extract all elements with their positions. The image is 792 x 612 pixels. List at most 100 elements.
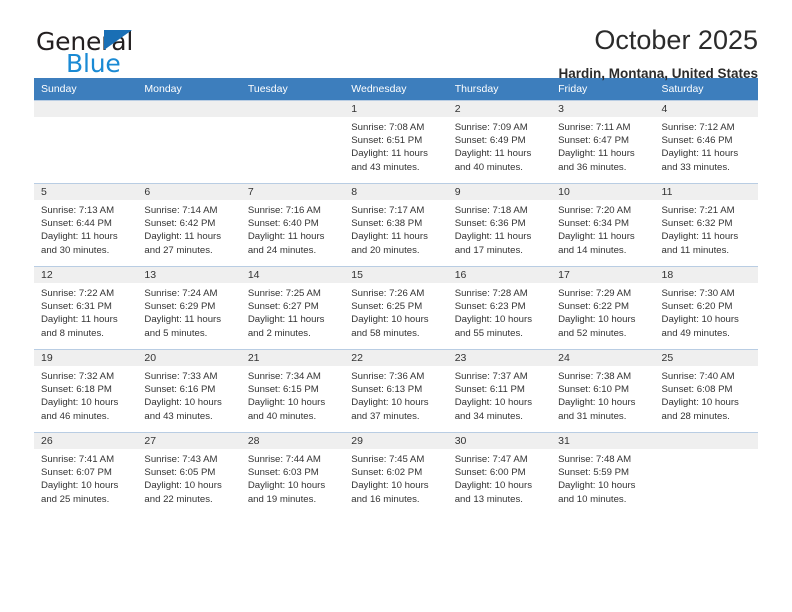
- day-details: Sunrise: 7:26 AM Sunset: 6:25 PM Daylight:…: [344, 283, 447, 340]
- sunset-text: Sunset: 6:32 PM: [661, 218, 733, 230]
- sunset-text: Sunset: 6:46 PM: [661, 135, 733, 147]
- page-title: October 2025: [594, 25, 758, 55]
- calendar-cell-day[interactable]: 31 Sunrise: 7:48 AM Sunset: 5:59 PM Dayligh…: [551, 432, 655, 515]
- day-details: Sunrise: 7:28 AM Sunset: 6:23 PM Daylight:…: [448, 283, 551, 340]
- calendar-cell-day[interactable]: 19 Sunrise: 7:32 AM Sunset: 6:18 PM Dayligh…: [34, 349, 138, 432]
- daylight-text-line1: Daylight: 11 hours: [247, 314, 325, 326]
- daylight-text-line2: and 40 minutes.: [454, 161, 523, 173]
- calendar-cell-day[interactable]: 3 Sunrise: 7:11 AM Sunset: 6:47 PM Daylight…: [551, 100, 655, 183]
- calendar-cell-day[interactable]: 27 Sunrise: 7:43 AM Sunset: 6:05 PM Dayligh…: [137, 432, 241, 515]
- weekday-header-friday: Friday: [551, 78, 655, 100]
- daylight-text-line2: and 13 minutes.: [454, 493, 523, 505]
- weekday-header-monday: Monday: [137, 78, 241, 100]
- calendar-cell-day[interactable]: 5 Sunrise: 7:13 AM Sunset: 6:44 PM Daylight…: [34, 183, 138, 266]
- calendar-cell-day[interactable]: 15 Sunrise: 7:26 AM Sunset: 6:25 PM Dayligh…: [344, 266, 448, 349]
- calendar-cell-day[interactable]: 4 Sunrise: 7:12 AM Sunset: 6:46 PM Daylight…: [654, 100, 758, 183]
- day-details: Sunrise: 7:09 AM Sunset: 6:49 PM Daylight:…: [448, 117, 551, 174]
- daylight-text-line1: Daylight: 10 hours: [351, 397, 429, 409]
- calendar-cell-day[interactable]: 16 Sunrise: 7:28 AM Sunset: 6:23 PM Dayligh…: [447, 266, 552, 349]
- day-details: Sunrise: 7:18 AM Sunset: 6:36 PM Daylight:…: [448, 200, 551, 257]
- sunrise-text: Sunrise: 7:28 AM: [454, 288, 528, 299]
- calendar-week-row: 19 Sunrise: 7:32 AM Sunset: 6:18 PM Dayligh…: [34, 349, 758, 432]
- calendar-cell-day[interactable]: 25 Sunrise: 7:40 AM Sunset: 6:08 PM Dayligh…: [654, 349, 758, 432]
- calendar-cell-day[interactable]: 9 Sunrise: 7:18 AM Sunset: 6:36 PM Daylight…: [447, 183, 552, 266]
- generalblue-logo[interactable]: General Blue: [36, 27, 226, 79]
- sunset-text: Sunset: 6:13 PM: [351, 384, 423, 396]
- calendar-week-row: 1 Sunrise: 7:08 AM Sunset: 6:51 PM Daylight…: [34, 100, 758, 183]
- sunset-text: Sunset: 6:36 PM: [454, 218, 526, 230]
- calendar-page: General Blue October 2025 Hardin, Montan…: [0, 0, 792, 612]
- calendar-cell-day[interactable]: 28 Sunrise: 7:44 AM Sunset: 6:03 PM Dayligh…: [240, 432, 345, 515]
- daylight-text-line1: Daylight: 11 hours: [144, 231, 222, 243]
- daylight-text-line1: Daylight: 10 hours: [661, 314, 739, 326]
- calendar-cell-day[interactable]: 24 Sunrise: 7:38 AM Sunset: 6:10 PM Dayligh…: [551, 349, 655, 432]
- sunset-text: Sunset: 6:22 PM: [558, 301, 630, 313]
- daylight-text-line2: and 24 minutes.: [247, 244, 317, 256]
- daylight-text-line1: Daylight: 11 hours: [247, 231, 325, 243]
- day-details: Sunrise: 7:33 AM Sunset: 6:16 PM Daylight:…: [137, 366, 240, 423]
- calendar-cell-day[interactable]: 18 Sunrise: 7:30 AM Sunset: 6:20 PM Dayligh…: [654, 266, 758, 349]
- daylight-text-line2: and 11 minutes.: [661, 244, 730, 256]
- calendar-cell-day[interactable]: 26 Sunrise: 7:41 AM Sunset: 6:07 PM Dayligh…: [34, 432, 138, 515]
- calendar-cell-day[interactable]: 21 Sunrise: 7:34 AM Sunset: 6:15 PM Dayligh…: [240, 349, 345, 432]
- calendar-cell-day[interactable]: 2 Sunrise: 7:09 AM Sunset: 6:49 PM Daylight…: [447, 100, 552, 183]
- daylight-text-line1: Daylight: 10 hours: [454, 314, 533, 326]
- sunset-text: Sunset: 6:15 PM: [247, 384, 319, 396]
- daylight-text-line2: and 17 minutes.: [454, 244, 523, 256]
- sunset-text: Sunset: 6:00 PM: [454, 467, 526, 479]
- calendar-cell-day[interactable]: 14 Sunrise: 7:25 AM Sunset: 6:27 PM Dayligh…: [240, 266, 345, 349]
- sunset-text: Sunset: 6:29 PM: [144, 301, 216, 313]
- calendar-cell-day[interactable]: 8 Sunrise: 7:17 AM Sunset: 6:38 PM Daylight…: [344, 183, 448, 266]
- daylight-text-line2: and 31 minutes.: [558, 410, 627, 422]
- day-number: 8: [344, 183, 448, 200]
- daylight-text-line2: and 30 minutes.: [41, 244, 110, 256]
- daylight-text-line2: and 52 minutes.: [558, 327, 627, 339]
- day-number: 19: [34, 349, 138, 366]
- calendar-cell-day[interactable]: 20 Sunrise: 7:33 AM Sunset: 6:16 PM Dayligh…: [137, 349, 241, 432]
- sunset-text: Sunset: 6:47 PM: [558, 135, 630, 147]
- calendar-cell-day[interactable]: 11 Sunrise: 7:21 AM Sunset: 6:32 PM Dayligh…: [654, 183, 758, 266]
- sunset-text: Sunset: 6:02 PM: [351, 467, 423, 479]
- daylight-text-line1: Daylight: 11 hours: [351, 231, 428, 243]
- calendar-body: 1 Sunrise: 7:08 AM Sunset: 6:51 PM Daylight…: [34, 100, 758, 515]
- day-details: Sunrise: 7:11 AM Sunset: 6:47 PM Daylight:…: [551, 117, 654, 174]
- day-number: 24: [551, 349, 655, 366]
- daylight-text-line2: and 5 minutes.: [144, 327, 208, 339]
- calendar-cell-day[interactable]: 12 Sunrise: 7:22 AM Sunset: 6:31 PM Dayligh…: [34, 266, 138, 349]
- daylight-text-line1: Daylight: 10 hours: [454, 397, 533, 409]
- daylight-text-line1: Daylight: 10 hours: [144, 480, 222, 492]
- sunrise-text: Sunrise: 7:18 AM: [454, 205, 528, 216]
- day-number: 12: [34, 266, 138, 283]
- day-details: Sunrise: 7:40 AM Sunset: 6:08 PM Daylight:…: [655, 366, 758, 423]
- daylight-text-line2: and 8 minutes.: [41, 327, 104, 339]
- calendar-cell-day[interactable]: 10 Sunrise: 7:20 AM Sunset: 6:34 PM Dayligh…: [551, 183, 655, 266]
- day-details: Sunrise: 7:48 AM Sunset: 5:59 PM Daylight:…: [551, 449, 654, 506]
- calendar-cell-day[interactable]: 17 Sunrise: 7:29 AM Sunset: 6:22 PM Dayligh…: [551, 266, 655, 349]
- calendar-cell-day[interactable]: 30 Sunrise: 7:47 AM Sunset: 6:00 PM Dayligh…: [447, 432, 552, 515]
- day-details: Sunrise: 7:16 AM Sunset: 6:40 PM Daylight:…: [241, 200, 344, 257]
- day-details: Sunrise: 7:29 AM Sunset: 6:22 PM Daylight:…: [551, 283, 654, 340]
- daylight-text-line2: and 40 minutes.: [247, 410, 317, 422]
- calendar-cell-day[interactable]: 6 Sunrise: 7:14 AM Sunset: 6:42 PM Daylight…: [137, 183, 241, 266]
- sunrise-text: Sunrise: 7:29 AM: [558, 288, 632, 299]
- calendar-cell-day[interactable]: 23 Sunrise: 7:37 AM Sunset: 6:11 PM Dayligh…: [447, 349, 552, 432]
- calendar-cell-day[interactable]: 7 Sunrise: 7:16 AM Sunset: 6:40 PM Daylight…: [240, 183, 345, 266]
- calendar-cell-day[interactable]: 22 Sunrise: 7:36 AM Sunset: 6:13 PM Dayligh…: [344, 349, 448, 432]
- daylight-text-line2: and 22 minutes.: [144, 493, 213, 505]
- sunset-text: Sunset: 6:51 PM: [351, 135, 423, 147]
- daylight-text-line1: Daylight: 10 hours: [351, 314, 429, 326]
- calendar-cell-day[interactable]: 29 Sunrise: 7:45 AM Sunset: 6:02 PM Dayligh…: [344, 432, 448, 515]
- daylight-text-line1: Daylight: 11 hours: [144, 314, 222, 326]
- sunrise-text: Sunrise: 7:14 AM: [144, 205, 218, 216]
- calendar-cell-day[interactable]: 1 Sunrise: 7:08 AM Sunset: 6:51 PM Daylight…: [344, 100, 448, 183]
- day-number: 15: [344, 266, 448, 283]
- calendar-cell-day[interactable]: 13 Sunrise: 7:24 AM Sunset: 6:29 PM Dayligh…: [137, 266, 241, 349]
- day-number: 22: [344, 349, 448, 366]
- calendar-cell-empty: [34, 100, 138, 183]
- day-details: Sunrise: 7:13 AM Sunset: 6:44 PM Daylight:…: [34, 200, 137, 257]
- day-number: 30: [447, 432, 552, 449]
- day-number: 11: [654, 183, 758, 200]
- daylight-text-line1: Daylight: 10 hours: [558, 480, 636, 492]
- sunset-text: Sunset: 6:25 PM: [351, 301, 423, 313]
- day-number: [137, 100, 241, 117]
